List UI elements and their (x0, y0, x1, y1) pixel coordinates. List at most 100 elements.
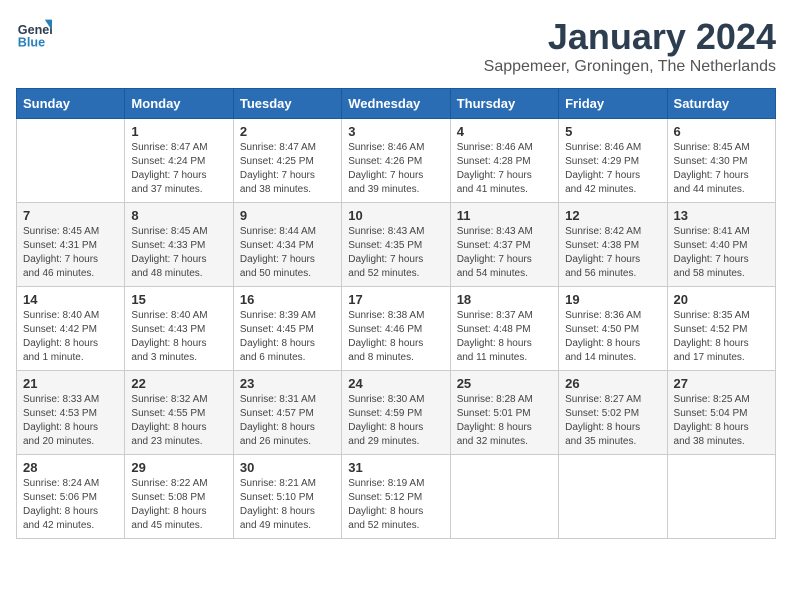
day-number: 31 (348, 460, 443, 475)
day-number: 20 (674, 292, 769, 307)
calendar-cell: 26 Sunrise: 8:27 AM Sunset: 5:02 PM Dayli… (559, 371, 667, 455)
calendar-cell: 10Sunrise: 8:43 AM Sunset: 4:35 PM Dayli… (342, 203, 450, 287)
calendar-cell: 15 Sunrise: 8:40 AM Sunset: 4:43 PM Dayli… (125, 287, 233, 371)
title-block: January 2024 Sappemeer, Groningen, The N… (484, 16, 776, 76)
calendar-cell: 19Sunrise: 8:36 AM Sunset: 4:50 PM Dayli… (559, 287, 667, 371)
weekday-header-thursday: Thursday (450, 89, 558, 119)
day-number: 27 (674, 376, 769, 391)
day-number: 17 (348, 292, 443, 307)
day-info: Sunrise: 8:24 AM Sunset: 5:06 PM Dayligh… (23, 477, 118, 533)
calendar-cell: 23Sunrise: 8:31 AM Sunset: 4:57 PM Dayli… (233, 371, 341, 455)
day-number: 22 (131, 376, 226, 391)
calendar-week-row: 1 Sunrise: 8:47 AM Sunset: 4:24 PM Daylig… (17, 119, 776, 203)
day-info: Sunrise: 8:38 AM Sunset: 4:46 PM Dayligh… (348, 309, 443, 365)
day-number: 10 (348, 208, 443, 223)
day-number: 30 (240, 460, 335, 475)
weekday-header-saturday: Saturday (667, 89, 775, 119)
day-info: Sunrise: 8:40 AM Sunset: 4:43 PM Dayligh… (131, 309, 226, 365)
calendar-cell: 21Sunrise: 8:33 AM Sunset: 4:53 PM Dayli… (17, 371, 125, 455)
day-info: Sunrise: 8:37 AM Sunset: 4:48 PM Dayligh… (457, 309, 552, 365)
weekday-header-tuesday: Tuesday (233, 89, 341, 119)
day-info: Sunrise: 8:39 AM Sunset: 4:45 PM Dayligh… (240, 309, 335, 365)
day-info: Sunrise: 8:46 AM Sunset: 4:26 PM Dayligh… (348, 141, 443, 197)
day-info: Sunrise: 8:40 AM Sunset: 4:42 PM Dayligh… (23, 309, 118, 365)
calendar-cell (17, 119, 125, 203)
day-info: Sunrise: 8:46 AM Sunset: 4:29 PM Dayligh… (565, 141, 660, 197)
day-info: Sunrise: 8:27 AM Sunset: 5:02 PM Dayligh… (565, 393, 660, 449)
day-info: Sunrise: 8:35 AM Sunset: 4:52 PM Dayligh… (674, 309, 769, 365)
day-info: Sunrise: 8:19 AM Sunset: 5:12 PM Dayligh… (348, 477, 443, 533)
day-number: 28 (23, 460, 118, 475)
day-info: Sunrise: 8:47 AM Sunset: 4:25 PM Dayligh… (240, 141, 335, 197)
weekday-header-sunday: Sunday (17, 89, 125, 119)
day-number: 4 (457, 124, 552, 139)
day-number: 18 (457, 292, 552, 307)
day-info: Sunrise: 8:21 AM Sunset: 5:10 PM Dayligh… (240, 477, 335, 533)
calendar-week-row: 7 Sunrise: 8:45 AM Sunset: 4:31 PM Daylig… (17, 203, 776, 287)
calendar-cell: 29Sunrise: 8:22 AM Sunset: 5:08 PM Dayli… (125, 455, 233, 539)
location-subtitle: Sappemeer, Groningen, The Netherlands (484, 58, 776, 76)
calendar-cell: 17 Sunrise: 8:38 AM Sunset: 4:46 PM Dayli… (342, 287, 450, 371)
calendar-cell: 7 Sunrise: 8:45 AM Sunset: 4:31 PM Daylig… (17, 203, 125, 287)
day-number: 9 (240, 208, 335, 223)
calendar-cell: 11 Sunrise: 8:43 AM Sunset: 4:37 PM Dayli… (450, 203, 558, 287)
calendar-cell (667, 455, 775, 539)
calendar-cell: 8Sunrise: 8:45 AM Sunset: 4:33 PM Daylig… (125, 203, 233, 287)
day-info: Sunrise: 8:44 AM Sunset: 4:34 PM Dayligh… (240, 225, 335, 281)
day-number: 12 (565, 208, 660, 223)
calendar-cell: 24Sunrise: 8:30 AM Sunset: 4:59 PM Dayli… (342, 371, 450, 455)
day-number: 2 (240, 124, 335, 139)
calendar-cell: 13Sunrise: 8:41 AM Sunset: 4:40 PM Dayli… (667, 203, 775, 287)
weekday-header-wednesday: Wednesday (342, 89, 450, 119)
weekday-header-row: SundayMondayTuesdayWednesdayThursdayFrid… (17, 89, 776, 119)
logo-icon: General Blue (16, 16, 52, 52)
day-number: 26 (565, 376, 660, 391)
day-number: 21 (23, 376, 118, 391)
day-info: Sunrise: 8:36 AM Sunset: 4:50 PM Dayligh… (565, 309, 660, 365)
day-number: 14 (23, 292, 118, 307)
calendar-cell: 18 Sunrise: 8:37 AM Sunset: 4:48 PM Dayli… (450, 287, 558, 371)
day-info: Sunrise: 8:45 AM Sunset: 4:30 PM Dayligh… (674, 141, 769, 197)
day-number: 15 (131, 292, 226, 307)
calendar-cell: 27Sunrise: 8:25 AM Sunset: 5:04 PM Dayli… (667, 371, 775, 455)
calendar-cell: 14 Sunrise: 8:40 AM Sunset: 4:42 PM Dayli… (17, 287, 125, 371)
day-info: Sunrise: 8:30 AM Sunset: 4:59 PM Dayligh… (348, 393, 443, 449)
day-number: 1 (131, 124, 226, 139)
calendar-cell: 22 Sunrise: 8:32 AM Sunset: 4:55 PM Dayli… (125, 371, 233, 455)
day-number: 7 (23, 208, 118, 223)
calendar-cell: 2 Sunrise: 8:47 AM Sunset: 4:25 PM Daylig… (233, 119, 341, 203)
day-number: 29 (131, 460, 226, 475)
calendar-week-row: 28 Sunrise: 8:24 AM Sunset: 5:06 PM Dayli… (17, 455, 776, 539)
day-info: Sunrise: 8:42 AM Sunset: 4:38 PM Dayligh… (565, 225, 660, 281)
calendar-cell: 28 Sunrise: 8:24 AM Sunset: 5:06 PM Dayli… (17, 455, 125, 539)
svg-text:Blue: Blue (18, 36, 45, 50)
calendar-cell: 12 Sunrise: 8:42 AM Sunset: 4:38 PM Dayli… (559, 203, 667, 287)
day-info: Sunrise: 8:47 AM Sunset: 4:24 PM Dayligh… (131, 141, 226, 197)
calendar-cell: 31 Sunrise: 8:19 AM Sunset: 5:12 PM Dayli… (342, 455, 450, 539)
page-header: General Blue January 2024 Sappemeer, Gro… (16, 16, 776, 76)
calendar-cell: 4 Sunrise: 8:46 AM Sunset: 4:28 PM Daylig… (450, 119, 558, 203)
calendar-cell: 16 Sunrise: 8:39 AM Sunset: 4:45 PM Dayli… (233, 287, 341, 371)
calendar-cell: 9 Sunrise: 8:44 AM Sunset: 4:34 PM Daylig… (233, 203, 341, 287)
day-number: 16 (240, 292, 335, 307)
calendar-cell: 1 Sunrise: 8:47 AM Sunset: 4:24 PM Daylig… (125, 119, 233, 203)
weekday-header-friday: Friday (559, 89, 667, 119)
day-number: 8 (131, 208, 226, 223)
month-title: January 2024 (484, 16, 776, 58)
day-number: 11 (457, 208, 552, 223)
day-info: Sunrise: 8:45 AM Sunset: 4:31 PM Dayligh… (23, 225, 118, 281)
day-number: 13 (674, 208, 769, 223)
day-info: Sunrise: 8:46 AM Sunset: 4:28 PM Dayligh… (457, 141, 552, 197)
day-info: Sunrise: 8:43 AM Sunset: 4:37 PM Dayligh… (457, 225, 552, 281)
logo: General Blue (16, 16, 52, 52)
calendar-table: SundayMondayTuesdayWednesdayThursdayFrid… (16, 88, 776, 539)
day-info: Sunrise: 8:32 AM Sunset: 4:55 PM Dayligh… (131, 393, 226, 449)
calendar-week-row: 14 Sunrise: 8:40 AM Sunset: 4:42 PM Dayli… (17, 287, 776, 371)
calendar-cell: 30 Sunrise: 8:21 AM Sunset: 5:10 PM Dayli… (233, 455, 341, 539)
calendar-cell (559, 455, 667, 539)
day-number: 6 (674, 124, 769, 139)
calendar-cell: 25Sunrise: 8:28 AM Sunset: 5:01 PM Dayli… (450, 371, 558, 455)
calendar-cell: 6 Sunrise: 8:45 AM Sunset: 4:30 PM Daylig… (667, 119, 775, 203)
calendar-cell (450, 455, 558, 539)
weekday-header-monday: Monday (125, 89, 233, 119)
